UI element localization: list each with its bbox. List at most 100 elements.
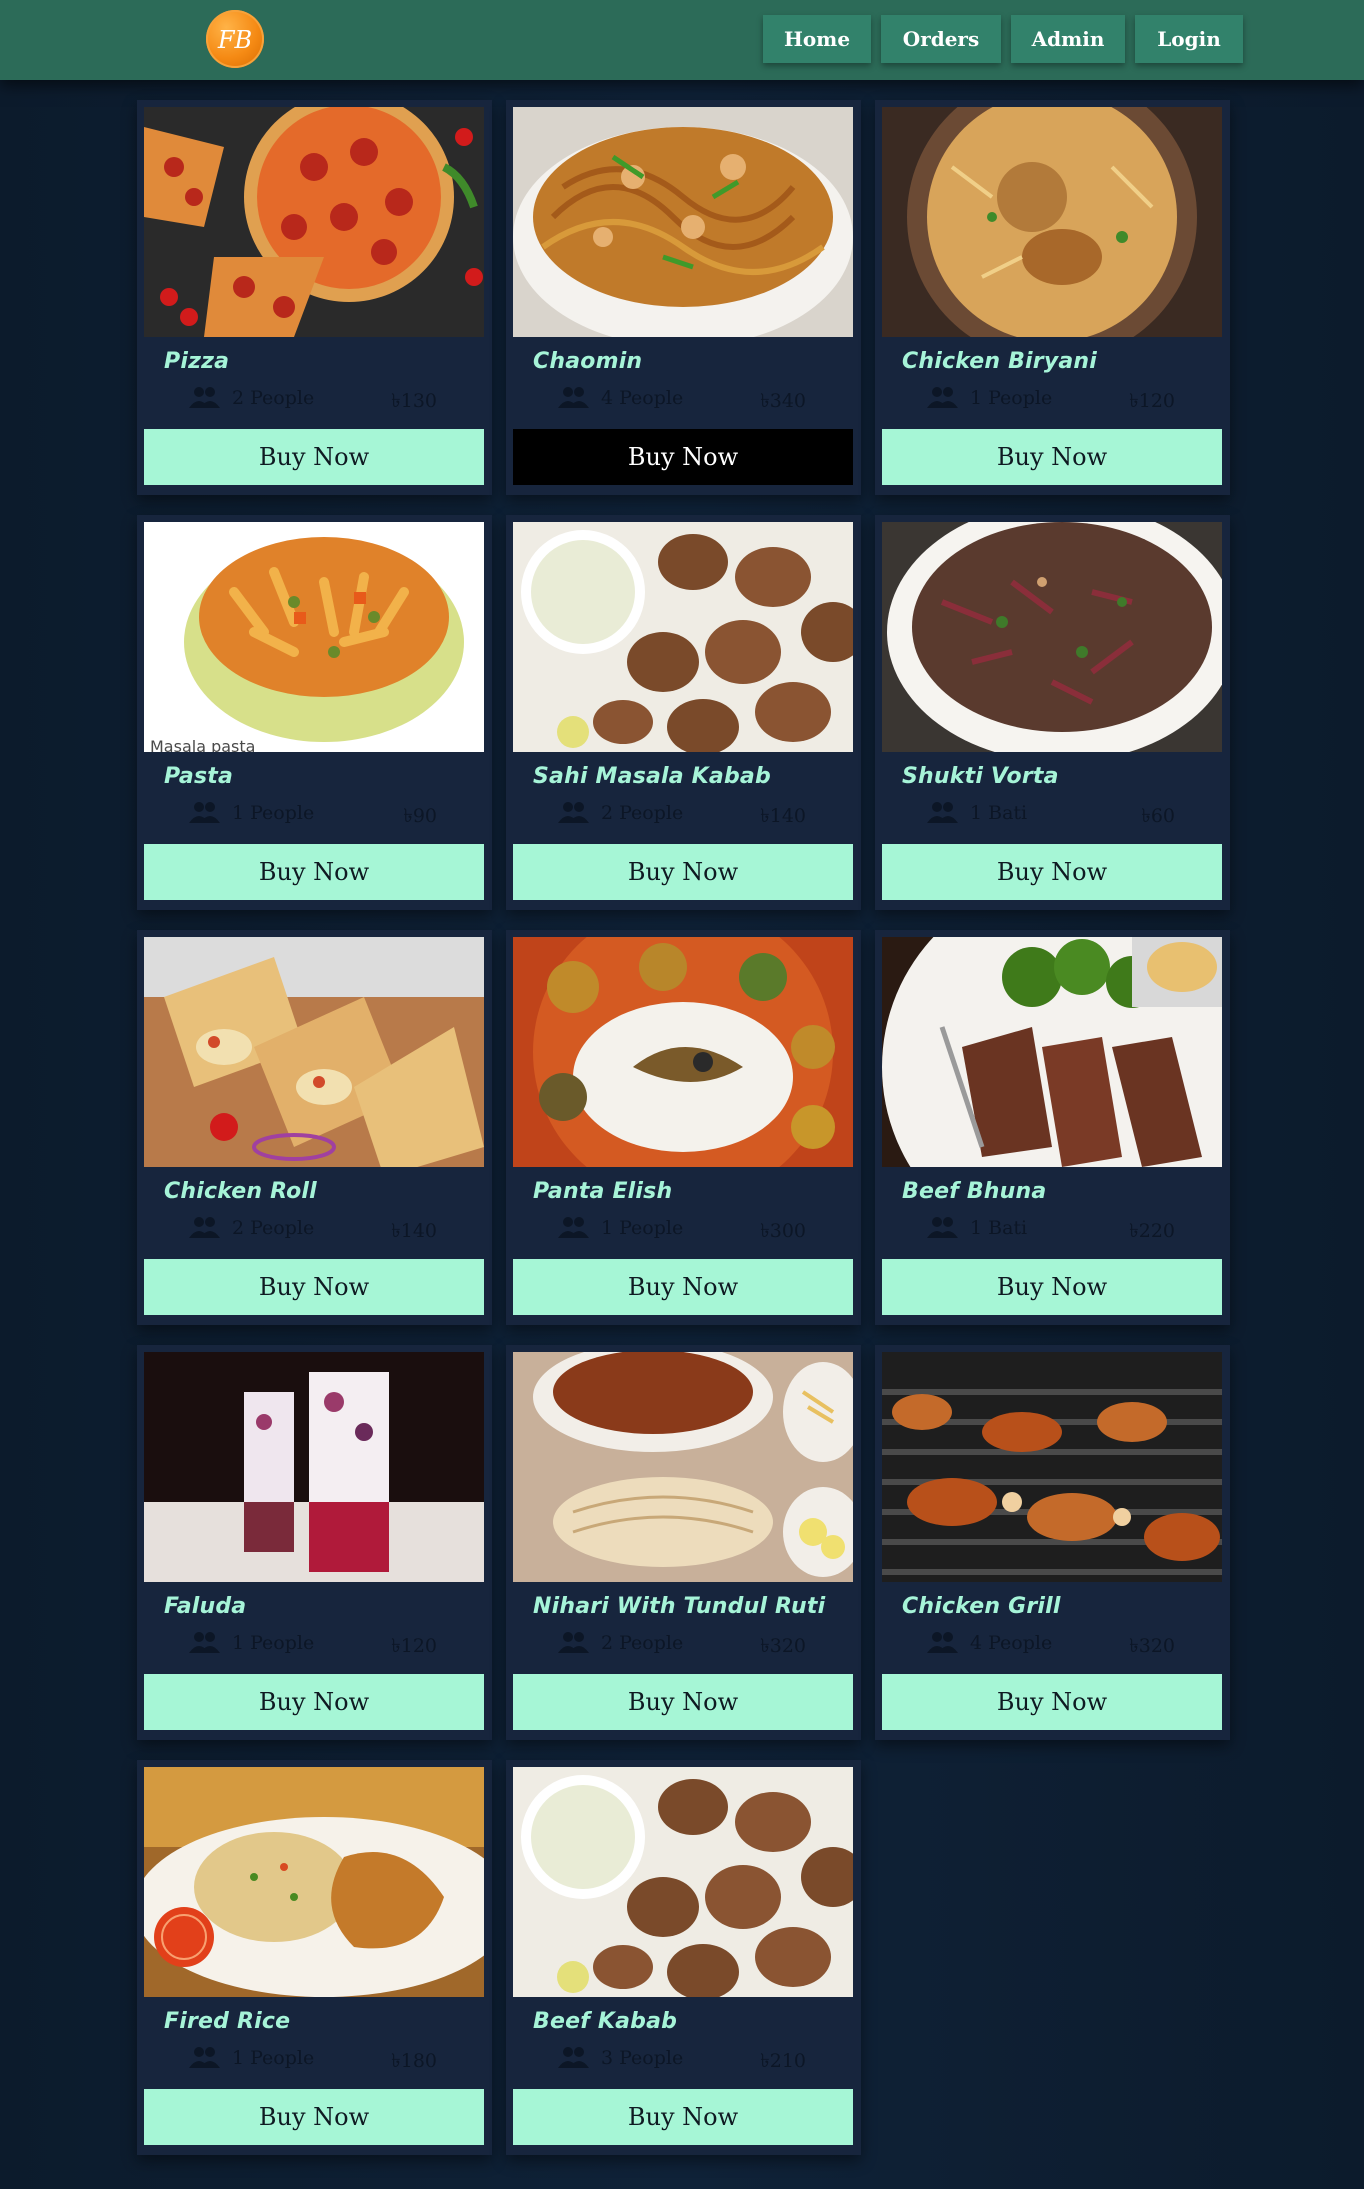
buy-now-button[interactable]: Buy Now (882, 1259, 1222, 1315)
buy-now-button[interactable]: Buy Now (144, 1259, 484, 1315)
serving-size: 1 People (232, 1632, 315, 1654)
price: ৳140 (391, 1220, 437, 1242)
people-icon (189, 387, 220, 408)
food-image-pizza (144, 107, 484, 337)
food-meta: 2 People ৳320 (513, 1622, 854, 1662)
food-card: Chicken Roll 2 People ৳140 Buy Now (137, 930, 492, 1325)
food-image-chaomin (513, 107, 853, 337)
price: ৳300 (760, 1220, 806, 1242)
buy-now-button[interactable]: Buy Now (882, 844, 1222, 900)
people-icon (927, 1632, 958, 1653)
buy-now-button[interactable]: Buy Now (513, 844, 853, 900)
food-title: Nihari With Tundul Ruti (533, 1594, 826, 1619)
nav-admin-button[interactable]: Admin (1011, 15, 1125, 63)
people-icon (189, 802, 220, 823)
nav-links: Home Orders Admin Login (763, 15, 1243, 63)
food-card: Chicken Grill 4 People ৳320 Buy Now (875, 1345, 1230, 1740)
nav-home-button[interactable]: Home (763, 15, 871, 63)
food-title: Pizza (164, 349, 230, 374)
serving-size: 1 Bati (970, 1217, 1028, 1239)
food-meta: 1 Bati ৳220 (882, 1207, 1223, 1247)
food-title: Beef Bhuna (902, 1179, 1047, 1204)
price: ৳120 (391, 1635, 437, 1657)
price: ৳120 (1129, 390, 1175, 412)
food-title: Fired Rice (164, 2009, 291, 2034)
logo-mark-icon: FB (217, 26, 252, 54)
food-image-pasta: Masala pasta (144, 522, 484, 752)
people-icon (927, 802, 958, 823)
serving-size: 4 People (970, 1632, 1053, 1654)
food-meta: 3 People ৳210 (513, 2037, 854, 2077)
logo[interactable]: FB (206, 10, 264, 68)
food-image-beef-bhuna (882, 937, 1222, 1167)
food-image-chicken-grill (882, 1352, 1222, 1582)
food-card: Faluda 1 People ৳120 Buy Now (137, 1345, 492, 1740)
food-card: Pizza 2 People ৳130 Buy Now (137, 100, 492, 495)
food-image-nihari (513, 1352, 853, 1582)
serving-size: 2 People (232, 387, 315, 409)
menu-grid: Pizza 2 People ৳130 Buy Now Chaomin 4 Pe… (137, 100, 1230, 2155)
price: ৳130 (391, 390, 437, 412)
food-title: Chicken Grill (902, 1594, 1061, 1619)
buy-now-button[interactable]: Buy Now (144, 844, 484, 900)
food-meta: 4 People ৳340 (513, 377, 854, 417)
price: ৳140 (760, 805, 806, 827)
food-title: Faluda (164, 1594, 247, 1619)
buy-now-button[interactable]: Buy Now (513, 2089, 853, 2145)
nav-orders-button[interactable]: Orders (881, 15, 1001, 63)
food-image-faluda (144, 1352, 484, 1582)
people-icon (189, 2047, 220, 2068)
serving-size: 2 People (232, 1217, 315, 1239)
food-card: Sahi Masala Kabab 2 People ৳140 Buy Now (506, 515, 861, 910)
food-image-sahi-masala-kabab (513, 522, 853, 752)
price: ৳210 (760, 2050, 806, 2072)
food-title: Shukti Vorta (902, 764, 1059, 789)
food-card: Chaomin 4 People ৳340 Buy Now (506, 100, 861, 495)
food-meta: 1 People ৳90 (144, 792, 485, 832)
buy-now-button[interactable]: Buy Now (144, 429, 484, 485)
buy-now-button[interactable]: Buy Now (513, 1259, 853, 1315)
serving-size: 2 People (601, 1632, 684, 1654)
food-title: Chicken Biryani (902, 349, 1098, 374)
serving-size: 4 People (601, 387, 684, 409)
serving-size: 1 Bati (970, 802, 1028, 824)
people-icon (189, 1632, 220, 1653)
buy-now-button[interactable]: Buy Now (513, 1674, 853, 1730)
serving-size: 3 People (601, 2047, 684, 2069)
people-icon (558, 387, 589, 408)
serving-size: 1 People (232, 2047, 315, 2069)
food-title: Chicken Roll (164, 1179, 317, 1204)
buy-now-button[interactable]: Buy Now (144, 2089, 484, 2145)
buy-now-button[interactable]: Buy Now (513, 429, 853, 485)
food-image-panta-elish (513, 937, 853, 1167)
food-title: Beef Kabab (533, 2009, 678, 2034)
food-image-fired-rice (144, 1767, 484, 1997)
serving-size: 1 People (232, 802, 315, 824)
serving-size: 2 People (601, 802, 684, 824)
food-meta: 2 People ৳130 (144, 377, 485, 417)
price: ৳60 (1141, 805, 1175, 827)
food-meta: 1 People ৳120 (882, 377, 1223, 417)
food-meta: 2 People ৳140 (513, 792, 854, 832)
food-card: Beef Bhuna 1 Bati ৳220 Buy Now (875, 930, 1230, 1325)
food-image-beef-kabab (513, 1767, 853, 1997)
buy-now-button[interactable]: Buy Now (144, 1674, 484, 1730)
serving-size: 1 People (970, 387, 1053, 409)
food-card: Shukti Vorta 1 Bati ৳60 Buy Now (875, 515, 1230, 910)
people-icon (927, 387, 958, 408)
food-meta: 1 People ৳180 (144, 2037, 485, 2077)
people-icon (558, 1217, 589, 1238)
food-meta: 2 People ৳140 (144, 1207, 485, 1247)
price: ৳320 (760, 1635, 806, 1657)
food-card: Chicken Biryani 1 People ৳120 Buy Now (875, 100, 1230, 495)
food-title: Pasta (164, 764, 234, 789)
buy-now-button[interactable]: Buy Now (882, 1674, 1222, 1730)
buy-now-button[interactable]: Buy Now (882, 429, 1222, 485)
food-meta: 1 People ৳300 (513, 1207, 854, 1247)
food-card: Nihari With Tundul Ruti 2 People ৳320 Bu… (506, 1345, 861, 1740)
price: ৳340 (760, 390, 806, 412)
nav-login-button[interactable]: Login (1135, 15, 1243, 63)
food-image-chicken-roll (144, 937, 484, 1167)
people-icon (927, 1217, 958, 1238)
food-card: Fired Rice 1 People ৳180 Buy Now (137, 1760, 492, 2155)
